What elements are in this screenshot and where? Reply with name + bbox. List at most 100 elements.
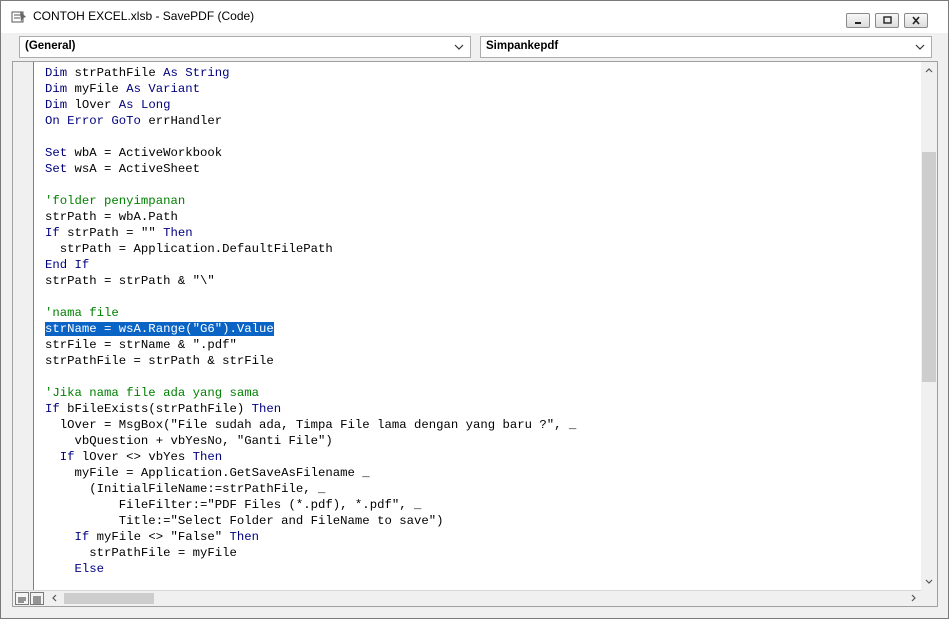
code-line[interactable]: strPath = Application.DefaultFilePath [45,241,333,257]
code-keyword: End If [45,258,90,272]
code-line[interactable]: 'nama file [45,305,119,321]
code-keyword: If [45,402,60,416]
code-line[interactable]: Set wbA = ActiveWorkbook [45,145,222,161]
procedure-dropdown[interactable]: Simpankepdf [480,36,932,58]
code-keyword: As [118,98,134,112]
code-line[interactable]: If bFileExists(strPathFile) Then [45,401,281,417]
code-area[interactable]: Dim strPathFile As String Dim myFile As V… [35,62,923,590]
code-text: wsA = ActiveSheet [67,162,200,176]
code-text: myFile [67,82,127,96]
code-line[interactable]: 'Jika nama file ada yang sama [45,385,259,401]
code-line[interactable]: (InitialFileName:=strPathFile, _ [45,481,325,497]
code-keyword: Variant [148,82,200,96]
code-line[interactable]: Dim lOver As Long [45,97,170,113]
code-keyword: Then [251,402,282,416]
scroll-right-icon[interactable] [911,594,917,602]
code-keyword: Dim [45,66,68,80]
code-comment: 'nama file [45,306,119,320]
minimize-button[interactable] [846,13,870,28]
title-bar[interactable]: CONTOH EXCEL.xlsb - SavePDF (Code) [1,1,948,33]
procedure-view-icon [18,597,26,603]
code-keyword: String [185,66,230,80]
code-text: vbQuestion + vbYesNo, "Ganti File") [45,434,333,448]
code-text: bFileExists(strPathFile) [59,402,252,416]
code-line[interactable]: If strPath = "" Then [45,225,193,241]
procedure-view-button[interactable] [15,592,29,605]
code-text: myFile <> "False" [89,530,230,544]
chevron-down-icon [915,44,925,50]
code-comment: 'folder penyimpanan [45,194,186,208]
code-text: wbA = ActiveWorkbook [67,146,223,160]
close-icon [912,16,920,25]
scroll-up-icon[interactable] [925,67,933,73]
code-text: strFile = strName & ".pdf" [45,338,237,352]
scroll-left-icon[interactable] [51,594,57,602]
code-comment: 'Jika nama file ada yang sama [45,386,260,400]
code-text: (InitialFileName:=strPathFile, _ [45,482,326,496]
code-line[interactable]: Else [45,561,105,577]
code-line[interactable]: vbQuestion + vbYesNo, "Ganti File") [45,433,333,449]
code-text: strPath = "" [59,226,164,240]
code-line[interactable]: strPathFile = myFile [45,545,237,561]
code-line[interactable]: If myFile <> "False" Then [45,529,260,545]
code-keyword: Then [192,450,223,464]
code-line[interactable]: strName = wsA.Range("G6").Value [45,321,274,337]
code-text: myFile = Application.GetSaveAsFilename _ [45,466,370,480]
code-text: strPathFile = strPath & strFile [45,354,274,368]
code-keyword: Dim [45,82,68,96]
code-line[interactable]: lOver = MsgBox("File sudah ada, Timpa Fi… [45,417,577,433]
code-line[interactable]: End If [45,257,89,273]
window-title: CONTOH EXCEL.xlsb - SavePDF (Code) [33,9,255,23]
code-line[interactable]: myFile = Application.GetSaveAsFilename _ [45,465,370,481]
code-line[interactable]: If lOver <> vbYes Then [45,449,222,465]
code-keyword: On Error GoTo [45,114,141,128]
code-line[interactable]: On Error GoTo errHandler [45,113,222,129]
code-text: strPathFile = myFile [45,546,237,560]
chevron-down-icon [454,44,464,50]
code-text: FileFilter:="PDF Files (*.pdf), *.pdf", … [45,498,422,512]
code-line[interactable]: Title:="Select Folder and FileName to sa… [45,513,444,529]
code-keyword: Then [163,226,193,240]
vba-code-window: CONTOH EXCEL.xlsb - SavePDF (Code) (Gene… [0,0,949,619]
code-line[interactable]: strPath = strPath & "\" [45,273,215,289]
code-line[interactable]: Dim strPathFile As String [45,65,230,81]
code-text: strPath = wbA.Path [45,210,178,224]
object-dropdown[interactable]: (General) [19,36,471,58]
code-line[interactable]: FileFilter:="PDF Files (*.pdf), *.pdf", … [45,497,422,513]
code-line[interactable]: Set wsA = ActiveSheet [45,161,200,177]
horizontal-scrollbar[interactable] [13,590,937,606]
code-keyword: If [59,450,75,464]
code-keyword: Set [45,146,68,160]
restore-button[interactable] [875,13,899,28]
scroll-down-icon[interactable] [925,579,933,585]
code-text: lOver = MsgBox("File sudah ada, Timpa Fi… [45,418,577,432]
code-keyword: Long [140,98,171,112]
code-selection: strName = wsA.Range("G6").Value [45,322,274,336]
full-module-view-button[interactable] [30,592,44,605]
code-text: errHandler [140,114,223,128]
vertical-scrollbar[interactable] [921,62,937,590]
code-line[interactable]: strFile = strName & ".pdf" [45,337,237,353]
code-keyword: Then [229,530,260,544]
code-line[interactable]: Dim myFile As Variant [45,81,200,97]
code-line[interactable]: 'folder penyimpanan [45,193,185,209]
code-line[interactable]: strPathFile = strPath & strFile [45,353,274,369]
close-button[interactable] [904,13,928,28]
procedure-dropdown-value: Simpankepdf [486,40,559,52]
code-line[interactable]: strPath = wbA.Path [45,209,178,225]
code-editor[interactable]: Dim strPathFile As String Dim myFile As V… [12,61,938,607]
horizontal-scroll-thumb[interactable] [64,593,154,604]
scrollbar-corner [921,590,937,606]
code-text: lOver [67,98,119,112]
restore-icon [883,16,892,24]
minimize-icon [855,22,861,24]
code-text: strPathFile [67,66,164,80]
object-dropdown-value: (General) [25,40,76,52]
code-text: strPath = strPath & "\" [45,274,215,288]
code-keyword: As [163,66,178,80]
code-text: strPath = Application.DefaultFilePath [45,242,333,256]
vertical-scroll-thumb[interactable] [922,152,936,382]
margin-indicator-bar[interactable] [13,62,34,590]
